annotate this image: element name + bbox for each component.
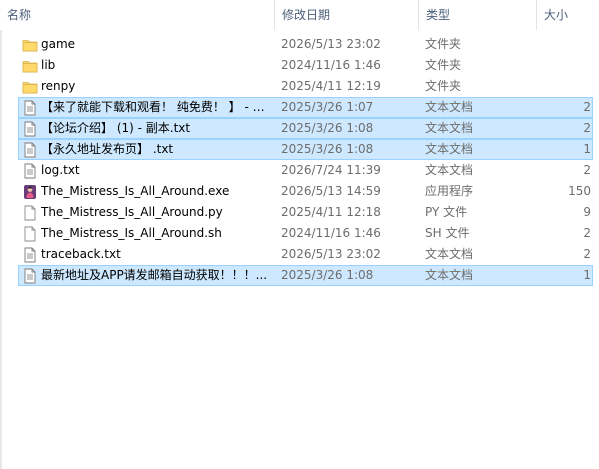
file-row[interactable]: 【论坛介绍】 (1) - 副本.txt 2025/3/26 1:08 文本文档 2 <box>0 118 599 139</box>
file-name: renpy <box>41 79 76 93</box>
file-type: 文件夹 <box>425 79 462 93</box>
file-type: 文本文档 <box>425 268 474 282</box>
file-type: 文本文档 <box>425 247 474 261</box>
app-icon <box>22 184 38 200</box>
column-header-type[interactable]: 类型 <box>419 0 537 30</box>
file-size <box>537 55 591 76</box>
column-header-date[interactable]: 修改日期 <box>275 0 419 30</box>
text-file-icon <box>22 142 38 158</box>
file-modified-date: 2025/4/11 12:18 <box>281 205 381 219</box>
column-header-bar: 名称 ^ 修改日期 类型 大小 <box>0 0 599 30</box>
column-header-name-label: 名称 <box>7 8 32 22</box>
file-name: 【来了就能下载和观看！ 纯免费！ 】 - 副... <box>41 100 269 114</box>
file-size: 2 <box>583 100 591 114</box>
file-row[interactable]: renpy 2025/4/11 12:19 文件夹 <box>0 76 599 97</box>
folder-icon <box>22 37 38 53</box>
file-type: SH 文件 <box>425 226 470 240</box>
file-row[interactable]: 【永久地址发布页】 .txt 2025/3/26 1:08 文本文档 1 <box>0 139 599 160</box>
file-name: log.txt <box>41 163 80 177</box>
text-file-icon <box>22 247 38 263</box>
file-size <box>537 34 591 55</box>
blank-file-icon <box>22 205 38 221</box>
file-modified-date: 2025/3/26 1:08 <box>281 121 374 135</box>
file-modified-date: 2026/5/13 23:02 <box>281 37 381 51</box>
file-type: 文本文档 <box>425 163 474 177</box>
sort-ascending-icon: ^ <box>139 0 153 6</box>
file-name: The_Mistress_Is_All_Around.py <box>41 205 223 219</box>
text-file-icon <box>22 121 38 137</box>
file-modified-date: 2024/11/16 1:46 <box>281 58 381 72</box>
folder-icon <box>22 58 38 74</box>
file-modified-date: 2026/7/24 11:39 <box>281 163 381 177</box>
text-file-icon <box>22 100 38 116</box>
file-size: 2 <box>583 226 591 240</box>
file-modified-date: 2026/5/13 23:02 <box>281 247 381 261</box>
file-type: 文本文档 <box>425 100 474 114</box>
column-header-size-label: 大小 <box>544 8 569 22</box>
column-header-name[interactable]: 名称 ^ <box>0 0 275 30</box>
file-type: PY 文件 <box>425 205 468 219</box>
file-size: 2 <box>583 121 591 135</box>
column-header-date-label: 修改日期 <box>282 8 331 22</box>
blank-file-icon <box>22 226 38 242</box>
file-name: game <box>41 37 76 51</box>
file-row[interactable]: game 2026/5/13 23:02 文件夹 <box>0 34 599 55</box>
file-row[interactable]: 最新地址及APP请发邮箱自动获取！！！... 2025/3/26 1:08 文本文档… <box>0 265 599 286</box>
file-size: 9 <box>583 205 591 219</box>
folder-icon <box>22 79 38 95</box>
file-name: The_Mistress_Is_All_Around.sh <box>41 226 222 240</box>
file-type: 文件夹 <box>425 37 462 51</box>
file-row[interactable]: log.txt 2026/7/24 11:39 文本文档 2 <box>0 160 599 181</box>
file-size: 1 <box>583 268 591 282</box>
file-name: 最新地址及APP请发邮箱自动获取！！！... <box>41 268 268 282</box>
column-header-type-label: 类型 <box>426 8 451 22</box>
file-explorer-window: 名称 ^ 修改日期 类型 大小 game2026/5/13 23:02文件夹li… <box>0 0 599 469</box>
file-name: traceback.txt <box>41 247 121 261</box>
file-modified-date: 2025/4/11 12:19 <box>281 79 381 93</box>
file-name: 【论坛介绍】 (1) - 副本.txt <box>41 121 191 135</box>
file-size <box>537 76 591 97</box>
file-row[interactable]: lib 2024/11/16 1:46 文件夹 <box>0 55 599 76</box>
column-header-size[interactable]: 大小 <box>537 0 599 30</box>
file-modified-date: 2024/11/16 1:46 <box>281 226 381 240</box>
file-row[interactable]: 【来了就能下载和观看！ 纯免费！ 】 - 副... 2025/3/26 1:07 文… <box>0 97 599 118</box>
file-size: 2 <box>583 247 591 261</box>
file-modified-date: 2025/3/26 1:08 <box>281 142 374 156</box>
file-row[interactable]: The_Mistress_Is_All_Around.py 2025/4/11 1… <box>0 202 599 223</box>
file-name: lib <box>41 58 56 72</box>
file-list: game 2026/5/13 23:02 文件夹 lib 2024/11/16 1:46… <box>0 34 599 286</box>
file-size: 150 <box>568 184 591 198</box>
file-type: 文件夹 <box>425 58 462 72</box>
file-modified-date: 2025/3/26 1:08 <box>281 268 374 282</box>
file-row[interactable]: The_Mistress_Is_All_Around.exe 2026/5/13 … <box>0 181 599 202</box>
file-type: 文本文档 <box>425 121 474 135</box>
file-type: 文本文档 <box>425 142 474 156</box>
file-modified-date: 2025/3/26 1:07 <box>281 100 374 114</box>
file-name: The_Mistress_Is_All_Around.exe <box>41 184 230 198</box>
file-row[interactable]: traceback.txt 2026/5/13 23:02 文本文档 2 <box>0 244 599 265</box>
file-size: 2 <box>583 163 591 177</box>
file-row[interactable]: The_Mistress_Is_All_Around.sh 2024/11/16 … <box>0 223 599 244</box>
text-file-icon <box>22 268 38 284</box>
file-name: 【永久地址发布页】 .txt <box>41 142 174 156</box>
text-file-icon <box>22 163 38 179</box>
file-type: 应用程序 <box>425 184 474 198</box>
file-size: 1 <box>583 142 591 156</box>
file-modified-date: 2026/5/13 14:59 <box>281 184 381 198</box>
